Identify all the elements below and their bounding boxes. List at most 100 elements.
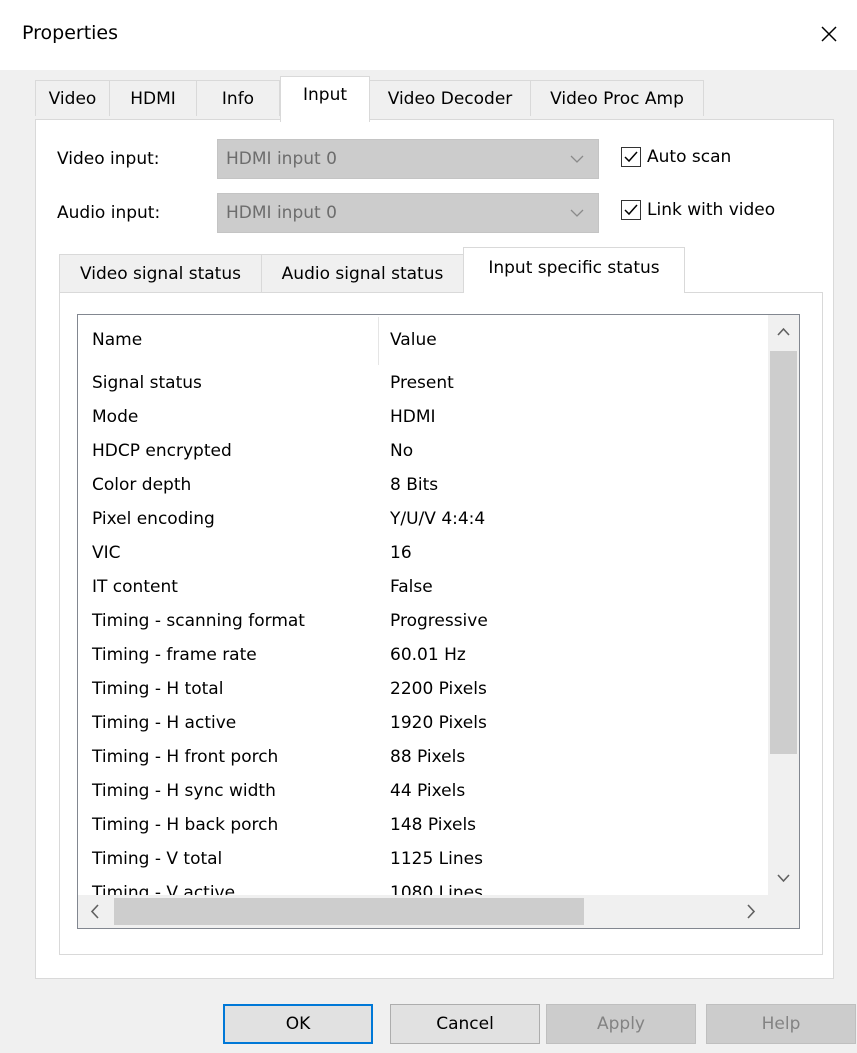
tab-video-signal-status[interactable]: Video signal status — [59, 254, 262, 292]
vertical-scroll-thumb[interactable] — [770, 351, 797, 754]
ok-button[interactable]: OK — [223, 1004, 373, 1044]
row-name: Timing - H back porch — [92, 815, 279, 835]
chevron-up-icon — [777, 327, 790, 336]
row-value: 16 — [390, 543, 412, 563]
row-value: 2200 Pixels — [390, 679, 487, 699]
table-row[interactable]: IT content False — [78, 571, 768, 605]
close-icon — [821, 26, 837, 42]
row-value: 1080 Lines — [390, 883, 483, 895]
table-row[interactable]: Timing - H back porch 148 Pixels — [78, 809, 768, 843]
scroll-left-button[interactable] — [78, 895, 112, 928]
column-divider[interactable] — [378, 317, 379, 365]
tab-video-decoder[interactable]: Video Decoder — [369, 80, 531, 116]
column-header-name[interactable]: Name — [92, 330, 142, 350]
table-row[interactable]: Timing - V active 1080 Lines — [78, 877, 768, 895]
list-rows: Signal status Present Mode HDMI HDCP encry… — [78, 367, 768, 895]
audio-input-select[interactable]: HDMI input 0 — [217, 193, 599, 233]
apply-button[interactable]: Apply — [546, 1004, 696, 1044]
row-name: Timing - V active — [92, 883, 236, 895]
close-button[interactable] — [809, 14, 849, 54]
title-bar: Properties — [0, 0, 857, 70]
horizontal-scroll-thumb[interactable] — [114, 898, 584, 925]
row-name: Timing - H total — [92, 679, 224, 699]
cancel-button[interactable]: Cancel — [390, 1004, 540, 1044]
row-name: HDCP encrypted — [92, 441, 232, 461]
row-value: 148 Pixels — [390, 815, 477, 835]
tab-audio-signal-status[interactable]: Audio signal status — [261, 254, 464, 292]
chevron-down-icon — [570, 209, 584, 217]
vertical-scrollbar[interactable] — [768, 315, 799, 895]
column-header-value[interactable]: Value — [390, 330, 437, 350]
chevron-right-icon — [747, 904, 756, 919]
link-with-video-label: Link with video — [647, 200, 776, 220]
row-name: Timing - H active — [92, 713, 237, 733]
row-name: Pixel encoding — [92, 509, 215, 529]
tab-video[interactable]: Video — [35, 80, 110, 116]
scrollbar-corner — [768, 895, 799, 928]
table-row[interactable]: HDCP encrypted No — [78, 435, 768, 469]
row-name: IT content — [92, 577, 178, 597]
row-value: 1125 Lines — [390, 849, 483, 869]
video-input-select[interactable]: HDMI input 0 — [217, 139, 599, 179]
row-name: Timing - scanning format — [92, 611, 305, 631]
table-row[interactable]: Timing - H front porch 88 Pixels — [78, 741, 768, 775]
scroll-right-button[interactable] — [734, 895, 768, 928]
table-row[interactable]: Signal status Present — [78, 367, 768, 401]
table-row[interactable]: Timing - scanning format Progressive — [78, 605, 768, 639]
table-row[interactable]: Timing - H total 2200 Pixels — [78, 673, 768, 707]
tab-input-specific-status[interactable]: Input specific status — [463, 247, 685, 293]
status-list[interactable]: Name Value Signal status Present Mode HDMI… — [77, 314, 800, 929]
panel-bottom-strip — [35, 979, 834, 985]
tab-video-proc-amp[interactable]: Video Proc Amp — [530, 80, 704, 116]
row-name: Timing - H sync width — [92, 781, 276, 801]
row-value: 88 Pixels — [390, 747, 466, 767]
row-value: Y/U/V 4:4:4 — [390, 509, 486, 529]
row-value: HDMI — [390, 407, 436, 427]
row-value: Present — [390, 373, 454, 393]
row-name: Timing - frame rate — [92, 645, 257, 665]
table-row[interactable]: Mode HDMI — [78, 401, 768, 435]
horizontal-scrollbar[interactable] — [78, 895, 768, 928]
row-name: Timing - V total — [92, 849, 223, 869]
table-row[interactable]: Timing - frame rate 60.01 Hz — [78, 639, 768, 673]
row-name: Timing - H front porch — [92, 747, 279, 767]
row-value: 8 Bits — [390, 475, 439, 495]
row-name: Signal status — [92, 373, 202, 393]
auto-scan-label: Auto scan — [647, 147, 732, 167]
table-row[interactable]: Timing - V total 1125 Lines — [78, 843, 768, 877]
row-value: 1920 Pixels — [390, 713, 487, 733]
tab-input[interactable]: Input — [280, 76, 370, 122]
row-name: Mode — [92, 407, 139, 427]
row-name: VIC — [92, 543, 121, 563]
video-input-label: Video input: — [57, 149, 160, 169]
link-with-video-checkbox[interactable]: Link with video — [621, 200, 775, 220]
audio-input-value: HDMI input 0 — [226, 203, 337, 223]
window-title: Properties — [22, 22, 119, 44]
list-header: Name Value — [78, 315, 768, 367]
help-button[interactable]: Help — [706, 1004, 856, 1044]
auto-scan-checkbox[interactable]: Auto scan — [621, 147, 731, 167]
scroll-up-button[interactable] — [768, 315, 799, 349]
row-value: False — [390, 577, 433, 597]
row-name: Color depth — [92, 475, 192, 495]
checkbox-box[interactable] — [621, 147, 641, 167]
scroll-down-button[interactable] — [768, 861, 799, 895]
tab-hdmi[interactable]: HDMI — [109, 80, 197, 116]
chevron-left-icon — [90, 904, 99, 919]
audio-input-label: Audio input: — [57, 203, 161, 223]
checkmark-icon — [624, 151, 638, 163]
table-row[interactable]: VIC 16 — [78, 537, 768, 571]
video-input-value: HDMI input 0 — [226, 149, 337, 169]
chevron-down-icon — [777, 874, 790, 883]
tab-info[interactable]: Info — [196, 80, 280, 116]
row-value: 60.01 Hz — [390, 645, 466, 665]
row-value: Progressive — [390, 611, 488, 631]
row-value: No — [390, 441, 414, 461]
row-value: 44 Pixels — [390, 781, 466, 801]
checkbox-box[interactable] — [621, 200, 641, 220]
table-row[interactable]: Timing - H sync width 44 Pixels — [78, 775, 768, 809]
table-row[interactable]: Color depth 8 Bits — [78, 469, 768, 503]
table-row[interactable]: Timing - H active 1920 Pixels — [78, 707, 768, 741]
table-row[interactable]: Pixel encoding Y/U/V 4:4:4 — [78, 503, 768, 537]
chevron-down-icon — [570, 155, 584, 163]
